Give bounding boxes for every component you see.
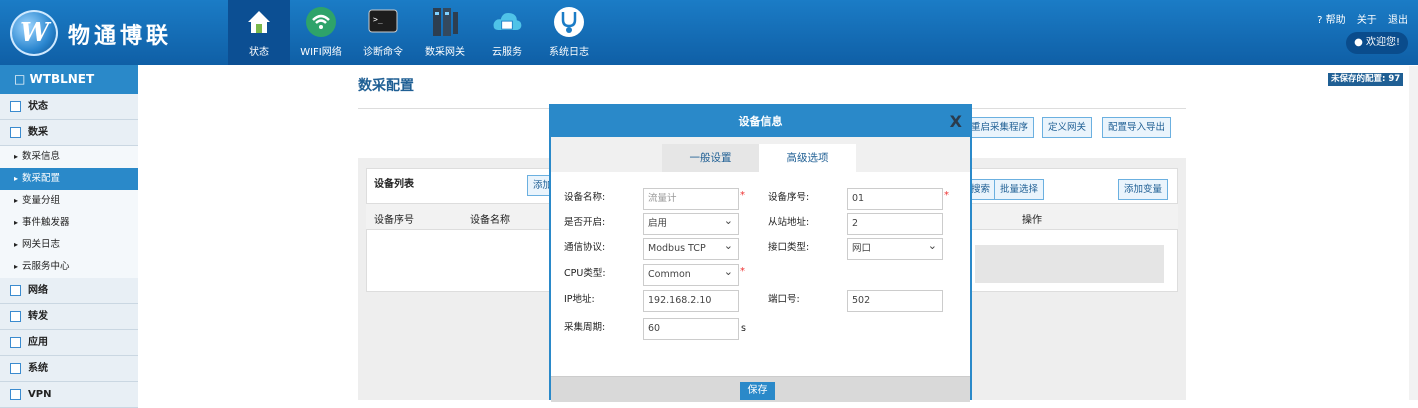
nav-label: 云服务 xyxy=(492,47,522,58)
col-operation: 操作 xyxy=(1022,215,1042,226)
sidebar-item-gateway-log[interactable]: 网关日志 xyxy=(0,234,138,256)
nav-syslog[interactable]: 系统日志 xyxy=(538,0,600,65)
terminal-icon: >_ xyxy=(367,6,399,38)
tab-advanced[interactable]: 高级选项 xyxy=(759,144,856,172)
protocol-label: 通信协议: xyxy=(564,242,606,253)
home-icon xyxy=(243,6,275,38)
sidebar-item-collect-info[interactable]: 数采信息 xyxy=(0,146,138,168)
top-bar: W 物通博联 状态 WIFI网络 >_ 诊断命令 数采网关 云服务 系统日志 ?… xyxy=(0,0,1418,65)
unit-seconds: s xyxy=(741,323,746,334)
nav-label: 状态 xyxy=(249,47,269,58)
device-list-title: 设备列表 xyxy=(374,179,414,190)
top-links: ? 帮助 关于 退出 xyxy=(1309,11,1408,26)
nav-label: 诊断命令 xyxy=(363,47,403,58)
list-icon xyxy=(10,311,21,322)
sidebar-group-system[interactable]: 系统 xyxy=(0,356,138,382)
wifi-icon xyxy=(305,6,337,38)
list-icon xyxy=(10,127,21,138)
list-icon xyxy=(10,285,21,296)
sidebar-group-network[interactable]: 网络 xyxy=(0,278,138,304)
sidebar-group-status[interactable]: 状态 xyxy=(0,94,138,120)
server-icon xyxy=(429,6,461,38)
dialog-tabs: 一般设置 高级选项 xyxy=(551,137,970,172)
restart-collect-button[interactable]: 重启采集程序 xyxy=(965,117,1035,138)
list-icon xyxy=(10,389,21,400)
define-gateway-button[interactable]: 定义网关 xyxy=(1042,117,1093,138)
nav-status[interactable]: 状态 xyxy=(228,0,290,65)
svg-text:>_: >_ xyxy=(373,15,383,24)
port-input[interactable]: 502 xyxy=(847,290,943,312)
nav-label: WIFI网络 xyxy=(300,47,342,58)
stethoscope-icon xyxy=(553,6,585,38)
logo-mark: W xyxy=(10,10,58,56)
ip-address-label: IP地址: xyxy=(564,294,595,305)
sidebar-item-cloud-center[interactable]: 云服务中心 xyxy=(0,256,138,278)
slave-address-input[interactable]: 2 xyxy=(847,213,943,235)
enable-select[interactable]: 启用 xyxy=(643,211,739,235)
nav-wifi[interactable]: WIFI网络 xyxy=(290,0,352,65)
main-nav: 状态 WIFI网络 >_ 诊断命令 数采网关 云服务 系统日志 xyxy=(228,0,600,65)
collect-period-input[interactable]: 60 xyxy=(643,318,739,340)
page-title: 数采配置 xyxy=(358,78,414,94)
device-info-dialog: 设备信息 X 一般设置 高级选项 设备名称: 流量计 * 设备序号: 01 * … xyxy=(549,104,972,402)
brand-name: 物通博联 xyxy=(68,24,173,49)
tab-general[interactable]: 一般设置 xyxy=(662,144,759,172)
col-name: 设备名称 xyxy=(470,215,510,226)
logout-link[interactable]: 退出 xyxy=(1388,15,1408,26)
nav-label: 系统日志 xyxy=(549,47,589,58)
device-name-input[interactable]: 流量计 xyxy=(643,188,739,210)
sidebar-item-var-group[interactable]: 变量分组 xyxy=(0,190,138,212)
add-variable-button[interactable]: 添加变量 xyxy=(1118,179,1169,200)
device-serial-input[interactable]: 01 xyxy=(847,188,943,210)
sidebar-item-collect-config[interactable]: 数采配置 xyxy=(0,168,138,190)
sidebar-group-collect[interactable]: 数采 xyxy=(0,120,138,146)
sidebar-group-forward[interactable]: 转发 xyxy=(0,304,138,330)
user-icon: ● xyxy=(1354,37,1366,48)
device-serial-label: 设备序号: xyxy=(768,192,810,203)
cpu-type-select[interactable]: Common xyxy=(643,262,739,286)
scrollbar[interactable] xyxy=(1409,66,1418,400)
list-icon xyxy=(10,101,21,112)
nav-gateway[interactable]: 数采网关 xyxy=(414,0,476,65)
interface-type-select[interactable]: 网口 xyxy=(847,236,943,260)
interface-type-label: 接口类型: xyxy=(768,242,810,253)
welcome-badge[interactable]: ● 欢迎您! xyxy=(1346,32,1408,54)
sidebar-group-app[interactable]: 应用 xyxy=(0,330,138,356)
unsaved-badge[interactable]: 未保存的配置: 97 xyxy=(1328,73,1404,86)
collect-period-label: 采集周期: xyxy=(564,322,606,333)
sidebar-item-event-trigger[interactable]: 事件触发器 xyxy=(0,212,138,234)
dialog-header: 设备信息 X xyxy=(551,106,970,137)
close-icon[interactable]: X xyxy=(950,106,962,137)
col-serial: 设备序号 xyxy=(374,215,414,226)
required-mark: * xyxy=(740,266,745,277)
batch-select-button[interactable]: 批量选择 xyxy=(994,179,1045,200)
protocol-select[interactable]: Modbus TCP xyxy=(643,236,739,260)
sidebar-device: □ WTBLNET xyxy=(0,65,138,94)
import-export-button[interactable]: 配置导入导出 xyxy=(1102,117,1172,138)
logo: W 物通博联 xyxy=(10,8,190,58)
required-mark: * xyxy=(740,190,745,201)
help-link[interactable]: ? 帮助 xyxy=(1317,15,1346,26)
device-name-label: 设备名称: xyxy=(564,192,606,203)
sidebar-group-vpn[interactable]: VPN xyxy=(0,382,138,408)
dialog-title: 设备信息 xyxy=(738,115,783,128)
required-mark: * xyxy=(944,190,949,201)
nav-label: 数采网关 xyxy=(425,47,465,58)
nav-diagnose[interactable]: >_ 诊断命令 xyxy=(352,0,414,65)
port-label: 端口号: xyxy=(768,294,800,305)
enable-label: 是否开启: xyxy=(564,217,606,228)
table-row xyxy=(975,245,1164,283)
list-icon xyxy=(10,337,21,348)
cpu-type-label: CPU类型: xyxy=(564,268,606,279)
dialog-footer: 保存 xyxy=(551,376,970,402)
list-icon xyxy=(10,363,21,374)
slave-address-label: 从站地址: xyxy=(768,217,810,228)
save-button[interactable]: 保存 xyxy=(740,382,775,400)
sidebar: □ WTBLNET 状态 数采 数采信息 数采配置 变量分组 事件触发器 网关日… xyxy=(0,65,138,408)
nav-cloud[interactable]: 云服务 xyxy=(476,0,538,65)
ip-address-input[interactable]: 192.168.2.10 xyxy=(643,290,739,312)
about-link[interactable]: 关于 xyxy=(1357,15,1377,26)
cloud-icon xyxy=(491,6,523,38)
monitor-icon: □ xyxy=(14,72,30,86)
